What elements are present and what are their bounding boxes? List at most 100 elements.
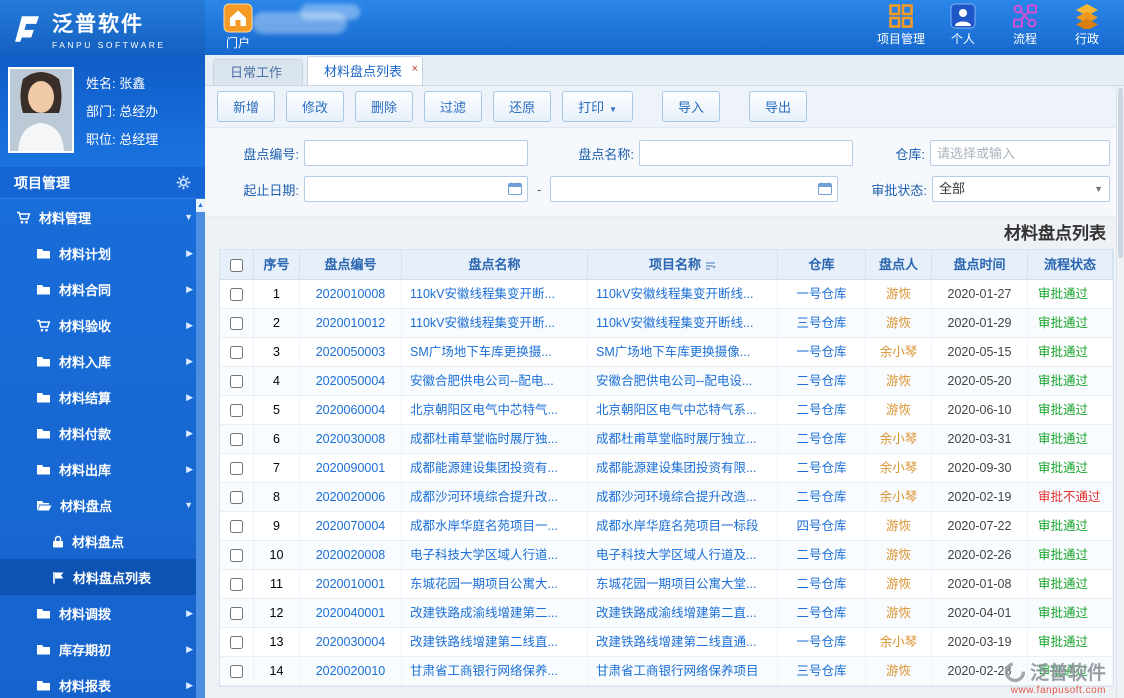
scrollbar-up-arrow-icon[interactable]: ▲ (196, 199, 205, 212)
cell-name[interactable]: 110kV安徽线程集变开断... (402, 280, 588, 308)
table-row[interactable]: 142020020010甘肃省工商银行网络保养...甘肃省工商银行网络保养项目三… (220, 657, 1113, 686)
select-all-checkbox[interactable] (230, 259, 243, 272)
cell-code[interactable]: 2020030004 (300, 628, 402, 656)
row-checkbox[interactable] (230, 288, 243, 301)
column-header-7[interactable]: 流程状态 (1028, 250, 1113, 279)
toolbar-button-7[interactable]: 导出 (749, 91, 807, 122)
sidebar-item-7[interactable]: 材料出库▶ (0, 451, 205, 487)
cell-project[interactable]: 电子科技大学区域人行道及... (588, 541, 778, 569)
sidebar-item-0[interactable]: 材料管理▼ (0, 199, 205, 235)
table-row[interactable]: 72020090001成都能源建设集团投资有...成都能源建设集团投资有限...… (220, 454, 1113, 483)
table-row[interactable]: 92020070004成都水岸华庭名苑项目一...成都水岸华庭名苑项目一标段四号… (220, 512, 1113, 541)
cell-warehouse[interactable]: 三号仓库 (778, 309, 866, 337)
row-checkbox[interactable] (230, 520, 243, 533)
sidebar-item-6[interactable]: 材料付款▶ (0, 415, 205, 451)
row-checkbox[interactable] (230, 346, 243, 359)
cell-code[interactable]: 2020020006 (300, 483, 402, 511)
row-checkbox[interactable] (230, 404, 243, 417)
cell-code[interactable]: 2020070004 (300, 512, 402, 540)
table-row[interactable]: 82020020006成都沙河环境综合提升改...成都沙河环境综合提升改造...… (220, 483, 1113, 512)
filter-warehouse-input[interactable] (930, 140, 1110, 166)
table-row[interactable]: 62020030008成都杜甫草堂临时展厅独...成都杜甫草堂临时展厅独立...… (220, 425, 1113, 454)
cell-name[interactable]: 成都沙河环境综合提升改... (402, 483, 588, 511)
row-checkbox[interactable] (230, 665, 243, 678)
topnav-item-2[interactable]: 流程 (994, 3, 1056, 47)
cell-warehouse[interactable]: 二号仓库 (778, 599, 866, 627)
cell-warehouse[interactable]: 四号仓库 (778, 512, 866, 540)
column-header-2[interactable]: 盘点名称 (402, 250, 588, 279)
cell-code[interactable]: 2020010008 (300, 280, 402, 308)
cell-name[interactable]: 成都杜甫草堂临时展厅独... (402, 425, 588, 453)
sidebar-item-9[interactable]: 材料盘点 (0, 523, 205, 559)
topnav-item-1[interactable]: 个人 (932, 3, 994, 47)
portal-button[interactable]: 门户 (212, 3, 264, 51)
cell-code[interactable]: 2020030008 (300, 425, 402, 453)
toolbar-button-4[interactable]: 还原 (493, 91, 551, 122)
tab-1[interactable]: 材料盘点列表× (307, 56, 423, 85)
toolbar-button-6[interactable]: 导入 (662, 91, 720, 122)
cell-project[interactable]: SM广场地下车库更换摄像... (588, 338, 778, 366)
toolbar-button-2[interactable]: 删除 (355, 91, 413, 122)
cell-project[interactable]: 甘肃省工商银行网络保养项目 (588, 657, 778, 685)
sidebar-item-12[interactable]: 库存期初▶ (0, 631, 205, 667)
row-checkbox[interactable] (230, 375, 243, 388)
cell-warehouse[interactable]: 一号仓库 (778, 628, 866, 656)
main-scrollbar[interactable] (1116, 86, 1124, 698)
cell-code[interactable]: 2020020008 (300, 541, 402, 569)
cell-warehouse[interactable]: 一号仓库 (778, 280, 866, 308)
cell-project[interactable]: 110kV安徽线程集变开断线... (588, 309, 778, 337)
column-header-4[interactable]: 仓库 (778, 250, 866, 279)
cell-name[interactable]: SM广场地下车库更换摄... (402, 338, 588, 366)
cell-warehouse[interactable]: 二号仓库 (778, 541, 866, 569)
row-checkbox[interactable] (230, 433, 243, 446)
topnav-item-0[interactable]: 项目管理 (870, 3, 932, 47)
toolbar-button-5[interactable]: 打印▼ (562, 91, 633, 122)
column-header-5[interactable]: 盘点人 (866, 250, 932, 279)
table-row[interactable]: 12020010008110kV安徽线程集变开断...110kV安徽线程集变开断… (220, 280, 1113, 309)
toolbar-button-0[interactable]: 新增 (217, 91, 275, 122)
sidebar-item-11[interactable]: 材料调拨▶ (0, 595, 205, 631)
row-checkbox[interactable] (230, 491, 243, 504)
filter-code-input[interactable] (304, 140, 528, 166)
gear-icon[interactable] (176, 175, 191, 190)
cell-name[interactable]: 110kV安徽线程集变开断... (402, 309, 588, 337)
sidebar-scrollbar[interactable]: ▲ (196, 199, 205, 698)
filter-date-start[interactable] (304, 176, 528, 202)
sidebar-item-10[interactable]: 材料盘点列表 (0, 559, 205, 595)
cell-code[interactable]: 2020090001 (300, 454, 402, 482)
cell-code[interactable]: 2020060004 (300, 396, 402, 424)
cell-project[interactable]: 改建铁路线增建第二线直通... (588, 628, 778, 656)
cell-project[interactable]: 成都杜甫草堂临时展厅独立... (588, 425, 778, 453)
filter-date-end[interactable] (550, 176, 838, 202)
row-checkbox[interactable] (230, 549, 243, 562)
row-checkbox[interactable] (230, 607, 243, 620)
tab-0[interactable]: 日常工作 (213, 59, 303, 85)
row-checkbox[interactable] (230, 462, 243, 475)
filter-name-input[interactable] (639, 140, 853, 166)
cell-name[interactable]: 安徽合肥供电公司--配电... (402, 367, 588, 395)
calendar-icon[interactable] (818, 182, 832, 198)
cell-project[interactable]: 改建铁路成渝线增建第二直... (588, 599, 778, 627)
row-checkbox[interactable] (230, 578, 243, 591)
close-tab-icon[interactable]: × (412, 55, 418, 84)
cell-name[interactable]: 改建铁路成渝线增建第二... (402, 599, 588, 627)
table-row[interactable]: 22020010012110kV安徽线程集变开断...110kV安徽线程集变开断… (220, 309, 1113, 338)
cell-code[interactable]: 2020050003 (300, 338, 402, 366)
cell-project[interactable]: 东城花园一期项目公寓大堂... (588, 570, 778, 598)
cell-code[interactable]: 2020010001 (300, 570, 402, 598)
topnav-item-3[interactable]: 行政 (1056, 3, 1118, 47)
calendar-icon[interactable] (508, 182, 522, 198)
table-row[interactable]: 42020050004安徽合肥供电公司--配电...安徽合肥供电公司--配电设.… (220, 367, 1113, 396)
sidebar-item-1[interactable]: 材料计划▶ (0, 235, 205, 271)
cell-code[interactable]: 2020050004 (300, 367, 402, 395)
cell-code[interactable]: 2020040001 (300, 599, 402, 627)
cell-name[interactable]: 北京朝阳区电气中芯特气... (402, 396, 588, 424)
cell-code[interactable]: 2020020010 (300, 657, 402, 685)
sidebar-item-3[interactable]: 材料验收▶ (0, 307, 205, 343)
cell-project[interactable]: 安徽合肥供电公司--配电设... (588, 367, 778, 395)
table-row[interactable]: 52020060004北京朝阳区电气中芯特气...北京朝阳区电气中芯特气系...… (220, 396, 1113, 425)
column-header-3[interactable]: 项目名称 (588, 250, 778, 279)
cell-code[interactable]: 2020010012 (300, 309, 402, 337)
table-row[interactable]: 112020010001东城花园一期项目公寓大...东城花园一期项目公寓大堂..… (220, 570, 1113, 599)
cell-project[interactable]: 成都沙河环境综合提升改造... (588, 483, 778, 511)
